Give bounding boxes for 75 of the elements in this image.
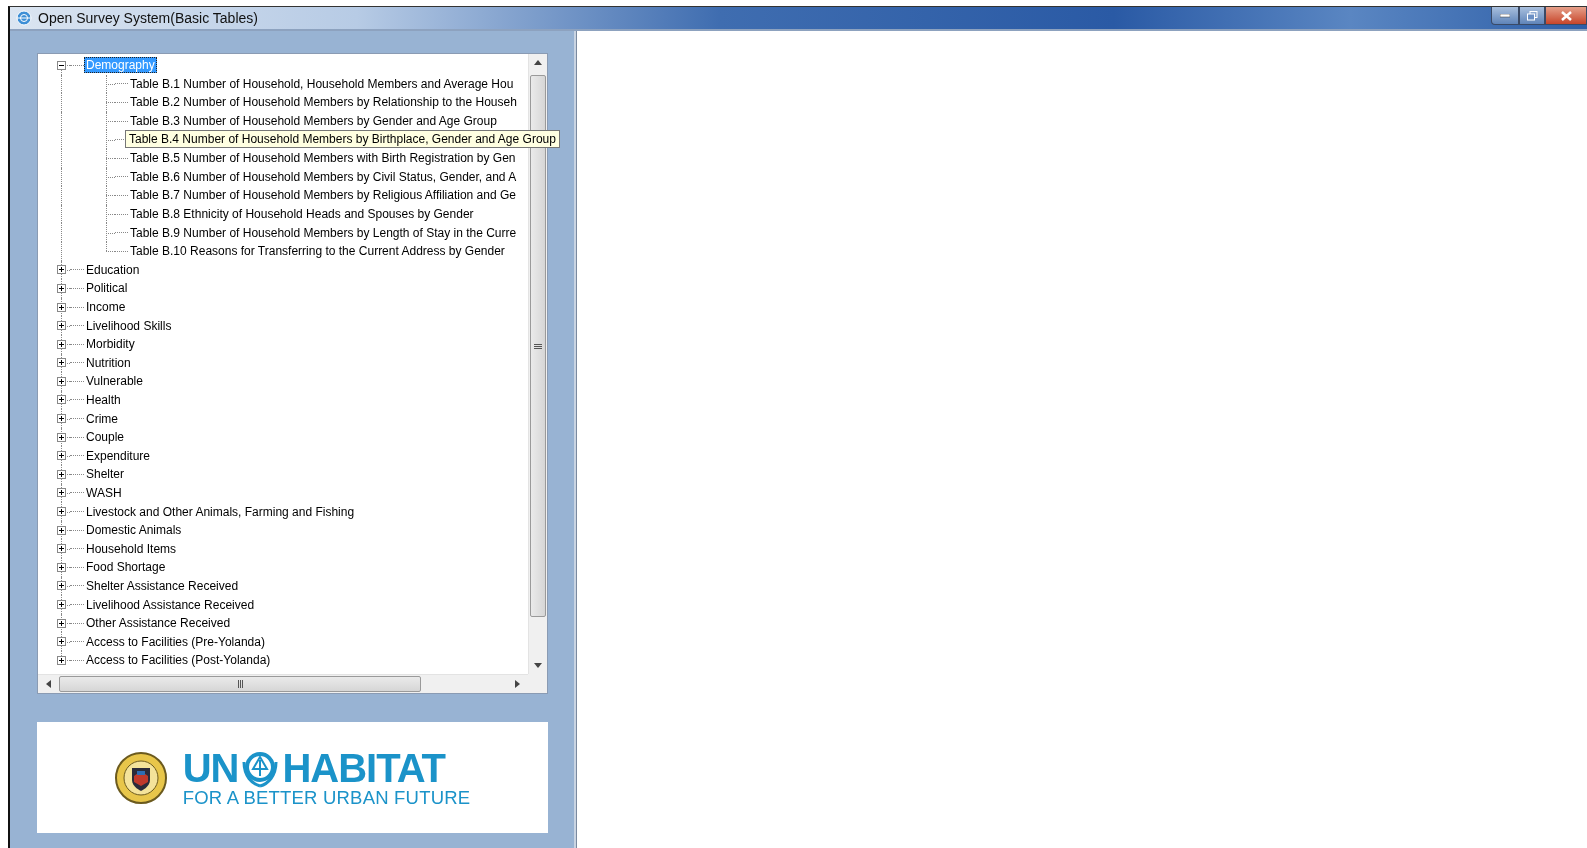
- tree-item[interactable]: Crime: [84, 410, 120, 427]
- tree-item[interactable]: Health: [84, 392, 123, 408]
- tree-item[interactable]: Domestic Animals: [84, 522, 184, 539]
- expand-box-icon[interactable]: [56, 544, 66, 554]
- down-arrow-icon: [534, 663, 542, 668]
- tree-item[interactable]: Household Items: [84, 540, 179, 557]
- expand-box-icon[interactable]: [56, 600, 66, 609]
- close-icon: [1560, 10, 1572, 21]
- tree-item[interactable]: Table B.6 Number of Household Members by Civil Status, Gender, and A: [128, 168, 519, 185]
- expand-box-icon[interactable]: [56, 395, 66, 405]
- maximize-button[interactable]: [1519, 7, 1545, 25]
- tree-item[interactable]: Income: [84, 299, 128, 315]
- tree-item[interactable]: Vulnerable: [84, 373, 145, 390]
- expand-box-icon[interactable]: [56, 376, 66, 386]
- logo-text: HABITAT: [282, 747, 446, 788]
- logo-text: UN: [182, 747, 239, 788]
- expand-box-icon[interactable]: [56, 655, 66, 665]
- tooltip: Table B.4 Number of Household Members by Birthplace, Gender and Age Group: [125, 130, 560, 149]
- scrollbar-thumb[interactable]: [59, 676, 421, 692]
- tree-item[interactable]: Table B.5 Number of Household Members with Birth Registration by Gen: [128, 150, 518, 167]
- tree-item[interactable]: Morbidity: [84, 336, 137, 353]
- tree-item[interactable]: Expenditure: [84, 447, 153, 464]
- expand-box-icon[interactable]: [56, 525, 66, 535]
- expand-box-icon[interactable]: [56, 414, 66, 424]
- tree-item[interactable]: Table B.9 Number of Household Members by Length of Stay in the Curre: [128, 224, 519, 241]
- expand-box-icon[interactable]: [56, 637, 66, 647]
- tree-item[interactable]: Other Assistance Received: [84, 615, 233, 632]
- expand-box-icon[interactable]: [56, 432, 66, 442]
- right-arrow-icon: [515, 680, 520, 688]
- tree-item[interactable]: Political: [84, 280, 130, 297]
- up-arrow-icon: [534, 60, 542, 65]
- tree-item[interactable]: Access to Facilities (Pre-Yolanda): [84, 633, 267, 650]
- tree-item[interactable]: Table B.1 Number of Household, Household Members and Average Hou: [128, 75, 516, 92]
- collapse-box-icon[interactable]: [56, 60, 66, 70]
- expand-box-icon[interactable]: [56, 562, 66, 572]
- restore-icon: [1526, 10, 1538, 21]
- expand-box-icon[interactable]: [56, 265, 66, 275]
- expand-box-icon[interactable]: [56, 469, 66, 479]
- minimize-button[interactable]: [1491, 7, 1519, 25]
- window-title: Open Survey System(Basic Tables): [38, 10, 258, 26]
- expand-box-icon[interactable]: [56, 358, 66, 368]
- tree-item[interactable]: Table B.3 Number of Household Members by Gender and Age Group: [128, 113, 499, 130]
- expand-box-icon[interactable]: [56, 321, 66, 331]
- tree-item[interactable]: Shelter: [84, 466, 127, 483]
- tree-item[interactable]: Food Shortage: [84, 559, 168, 576]
- close-button[interactable]: [1545, 7, 1587, 25]
- expand-box-icon[interactable]: [56, 339, 66, 349]
- tree-item[interactable]: Couple: [84, 429, 127, 446]
- globe-icon: [16, 10, 32, 26]
- tree-item[interactable]: Table B.10 Reasons for Transferring to the Current Address by Gender: [128, 243, 507, 260]
- minimize-icon: [1500, 13, 1510, 18]
- tree-item[interactable]: Livelihood Skills: [84, 317, 174, 334]
- tree-item[interactable]: Nutrition: [84, 354, 133, 371]
- horizontal-scrollbar[interactable]: [38, 674, 528, 693]
- tree-item[interactable]: Access to Facilities (Post-Yolanda): [84, 652, 273, 669]
- tree-item[interactable]: Shelter Assistance Received: [84, 577, 241, 594]
- expand-box-icon[interactable]: [56, 451, 66, 461]
- seal-icon: [114, 751, 167, 804]
- expand-box-icon[interactable]: [56, 302, 66, 312]
- tree-item[interactable]: Table B.2 Number of Household Members by Relationship to the Househ: [128, 94, 519, 111]
- scrollbar-grip-icon: [236, 680, 244, 688]
- expand-box-icon[interactable]: [56, 581, 66, 591]
- tree-item[interactable]: Table B.7 Number of Household Members by Religious Affiliation and Ge: [128, 187, 518, 204]
- expand-box-icon[interactable]: [56, 618, 66, 628]
- tree-item[interactable]: WASH: [84, 484, 124, 501]
- tree-item[interactable]: Livestock and Other Animals, Farming and Fishing: [84, 503, 357, 520]
- expand-box-icon[interactable]: [56, 488, 66, 498]
- expand-box-icon[interactable]: [56, 507, 66, 517]
- logo-tagline: FOR A BETTER URBAN FUTURE: [182, 787, 471, 808]
- scrollbar-grip-icon: [534, 342, 542, 350]
- left-arrow-icon: [46, 680, 51, 688]
- tree-item[interactable]: Livelihood Assistance Received: [84, 596, 257, 613]
- tree-item[interactable]: Education: [84, 261, 142, 278]
- expand-box-icon[interactable]: [56, 283, 66, 293]
- tree-item[interactable]: Table B.8 Ethnicity of Household Heads and Spouses by Gender: [128, 206, 476, 223]
